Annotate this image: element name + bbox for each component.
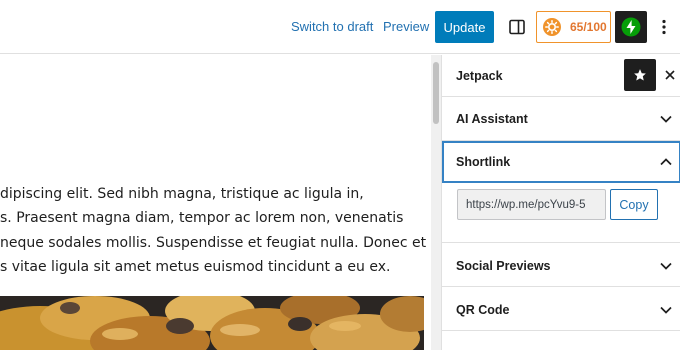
food-photo xyxy=(0,296,424,350)
editor-toolbar: Switch to draft Preview Update 65/100 xyxy=(0,0,680,54)
close-sidebar-button[interactable] xyxy=(662,65,678,85)
chevron-down-icon xyxy=(660,306,672,314)
panel-label: QR Code xyxy=(456,303,510,317)
sidebar-toggle-icon xyxy=(509,19,525,35)
panel-ai-assistant[interactable]: AI Assistant xyxy=(442,97,680,141)
preview-button[interactable]: Preview xyxy=(383,19,429,34)
sidebar-header: Jetpack xyxy=(442,55,680,97)
paragraph-line: neque sodales mollis. Suspendisse et feu… xyxy=(0,234,427,251)
editor-canvas[interactable]: dipiscing elit. Sed nibh magna, tristiqu… xyxy=(0,55,431,350)
panel-label: Shortlink xyxy=(456,155,511,169)
image-block[interactable] xyxy=(0,296,424,350)
update-button[interactable]: Update xyxy=(435,11,494,43)
more-options-button[interactable] xyxy=(650,11,678,43)
favorite-button[interactable] xyxy=(624,59,656,91)
chevron-down-icon xyxy=(660,115,672,123)
seo-score-value: 65/100 xyxy=(570,20,607,34)
paragraph-line: s. Praesent magna diam, tempor ac lorem … xyxy=(0,210,404,227)
seo-score-button[interactable]: 65/100 xyxy=(536,11,611,43)
paragraph-line: s vitae ligula sit amet metus euismod ti… xyxy=(0,258,391,275)
sidebar-title: Jetpack xyxy=(456,69,503,83)
jetpack-bolt-icon xyxy=(621,17,641,37)
chevron-up-icon xyxy=(660,158,672,166)
star-icon xyxy=(634,69,646,81)
shortlink-field[interactable] xyxy=(457,189,606,220)
panel-label: AI Assistant xyxy=(456,112,528,126)
editor-scrollbar-thumb[interactable] xyxy=(433,62,439,124)
jetpack-button[interactable] xyxy=(615,11,647,43)
jetpack-sidebar: Jetpack AI Assistant Shortlink Copy Soci… xyxy=(441,55,680,350)
panel-social-previews[interactable]: Social Previews xyxy=(442,243,680,287)
copy-shortlink-button[interactable]: Copy xyxy=(610,189,658,220)
sun-gear-icon xyxy=(543,18,561,36)
paragraph-line: dipiscing elit. Sed nibh magna, tristiqu… xyxy=(0,186,364,202)
settings-sidebar-toggle[interactable] xyxy=(501,11,533,43)
paragraph-block[interactable]: dipiscing elit. Sed nibh magna, tristiqu… xyxy=(0,182,431,279)
panel-label: Social Previews xyxy=(456,259,551,273)
panel-qr-code[interactable]: QR Code xyxy=(442,287,680,331)
close-icon xyxy=(665,70,675,80)
panel-shortlink[interactable]: Shortlink xyxy=(442,141,680,183)
chevron-down-icon xyxy=(660,262,672,270)
switch-to-draft-button[interactable]: Switch to draft xyxy=(291,19,373,34)
more-vertical-icon xyxy=(662,19,666,35)
